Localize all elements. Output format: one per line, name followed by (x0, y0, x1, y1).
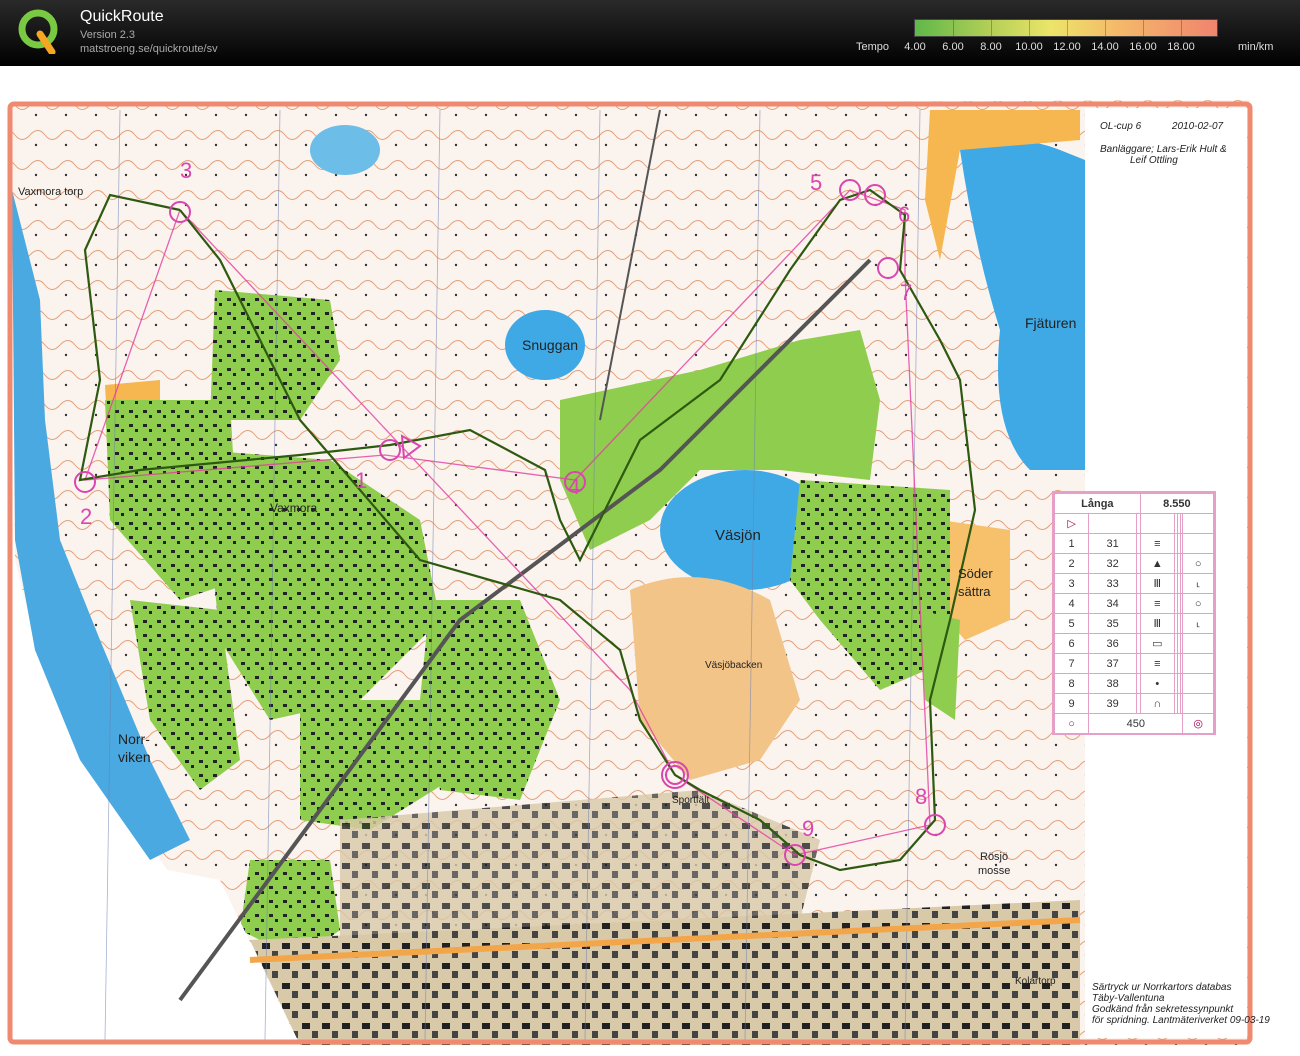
control-code: 31 (1088, 533, 1138, 554)
control-code: 33 (1088, 573, 1138, 594)
tempo-tick: 4.00 (904, 41, 926, 53)
event-date: 2010-02-07 (1171, 121, 1224, 132)
control-code: 34 (1088, 593, 1138, 614)
tempo-tick: 16.00 (1129, 41, 1157, 53)
control-code: 37 (1088, 653, 1138, 674)
tempo-tick: 18.00 (1167, 41, 1195, 53)
control-number: 9 (802, 816, 814, 841)
place-name: Kolartorp (1015, 976, 1056, 987)
place-name: Norr- (118, 731, 150, 747)
control-number: 8 (915, 784, 927, 809)
control-num: 8 (1053, 673, 1090, 694)
credit-line: Täby-Vallentuna (1092, 993, 1165, 1004)
control-code: 32 (1088, 553, 1138, 574)
place-name: viken (118, 749, 151, 765)
control-num: 7 (1053, 653, 1090, 674)
place-name: Väsjöbacken (705, 660, 762, 671)
course-setter: Leif Ottling (1130, 155, 1178, 166)
app-url[interactable]: matstroeng.se/quickroute/sv (80, 43, 218, 55)
control-code: 35 (1088, 613, 1138, 634)
control-num: 5 (1053, 613, 1090, 634)
control-num: 2 (1053, 553, 1090, 574)
control-number: 7 (900, 280, 912, 305)
event-name: OL-cup 6 (1100, 121, 1142, 132)
quickroute-logo (18, 9, 58, 54)
app-header: QuickRoute Version 2.3 matstroeng.se/qui… (0, 0, 1300, 66)
place-name: Snuggan (522, 337, 578, 353)
tempo-tick: 14.00 (1091, 41, 1119, 53)
map-header: OL-cup 6 2010-02-07 Banläggare; Lars-Eri… (1100, 121, 1227, 166)
place-name: Fjäturen (1025, 315, 1076, 331)
course-length: 8.550 (1139, 493, 1215, 514)
control-number: 2 (80, 504, 92, 529)
control-num: 4 (1053, 593, 1090, 614)
control-description-sheet: Långa 8.550 ▷ 1 31 ≡ 2 32 ▲ ○ 3 33 Ⅲ ˪ 4 34 ≡ ○ 5 35… (1052, 491, 1216, 735)
place-name: sättra (958, 584, 991, 599)
credit-line: för spridning. Lantmäteriverket 09-03-19 (1092, 1015, 1270, 1026)
map-credits: Särtryck ur Norrkartors databas Täby-Val… (1092, 982, 1270, 1026)
finish-distance: 450 (1088, 713, 1184, 734)
place-name: Rösjö (980, 851, 1008, 863)
place-name: Vaxmora torp (18, 186, 83, 198)
credit-line: Särtryck ur Norrkartors databas (1092, 982, 1232, 993)
control-num: 9 (1053, 693, 1090, 714)
tempo-color-scale (914, 19, 1218, 37)
tempo-label: Tempo (856, 41, 890, 53)
credit-line: Godkänd från sekretessynpunkt (1092, 1004, 1234, 1015)
control-num: 1 (1053, 533, 1090, 554)
control-number: 5 (810, 170, 822, 195)
place-name: Sportfält (672, 795, 709, 806)
tempo-tick: 10.00 (1015, 41, 1043, 53)
control-code: 36 (1088, 633, 1138, 654)
control-number: 1 (355, 468, 367, 493)
place-name: Vaxmora (270, 501, 317, 515)
control-code: 38 (1088, 673, 1138, 694)
place-name: mosse (978, 865, 1010, 877)
app-version: Version 2.3 (80, 29, 136, 41)
control-num: 6 (1053, 633, 1090, 654)
tempo-tick: 8.00 (980, 41, 1002, 53)
control-number: 3 (180, 158, 192, 183)
control-number: 4 (568, 474, 580, 499)
control-num: 3 (1053, 573, 1090, 594)
control-number: 6 (898, 202, 910, 227)
app-title: QuickRoute (80, 8, 164, 25)
course-name: Långa (1054, 493, 1141, 514)
place-name: Väsjön (715, 527, 761, 544)
course-setter: Banläggare; Lars-Erik Hult & (1100, 144, 1227, 155)
place-name: Söder (958, 566, 993, 581)
control-code: 39 (1088, 693, 1138, 714)
tempo-tick: 12.00 (1053, 41, 1081, 53)
tempo-tick: 6.00 (942, 41, 964, 53)
tempo-unit: min/km (1238, 41, 1274, 53)
